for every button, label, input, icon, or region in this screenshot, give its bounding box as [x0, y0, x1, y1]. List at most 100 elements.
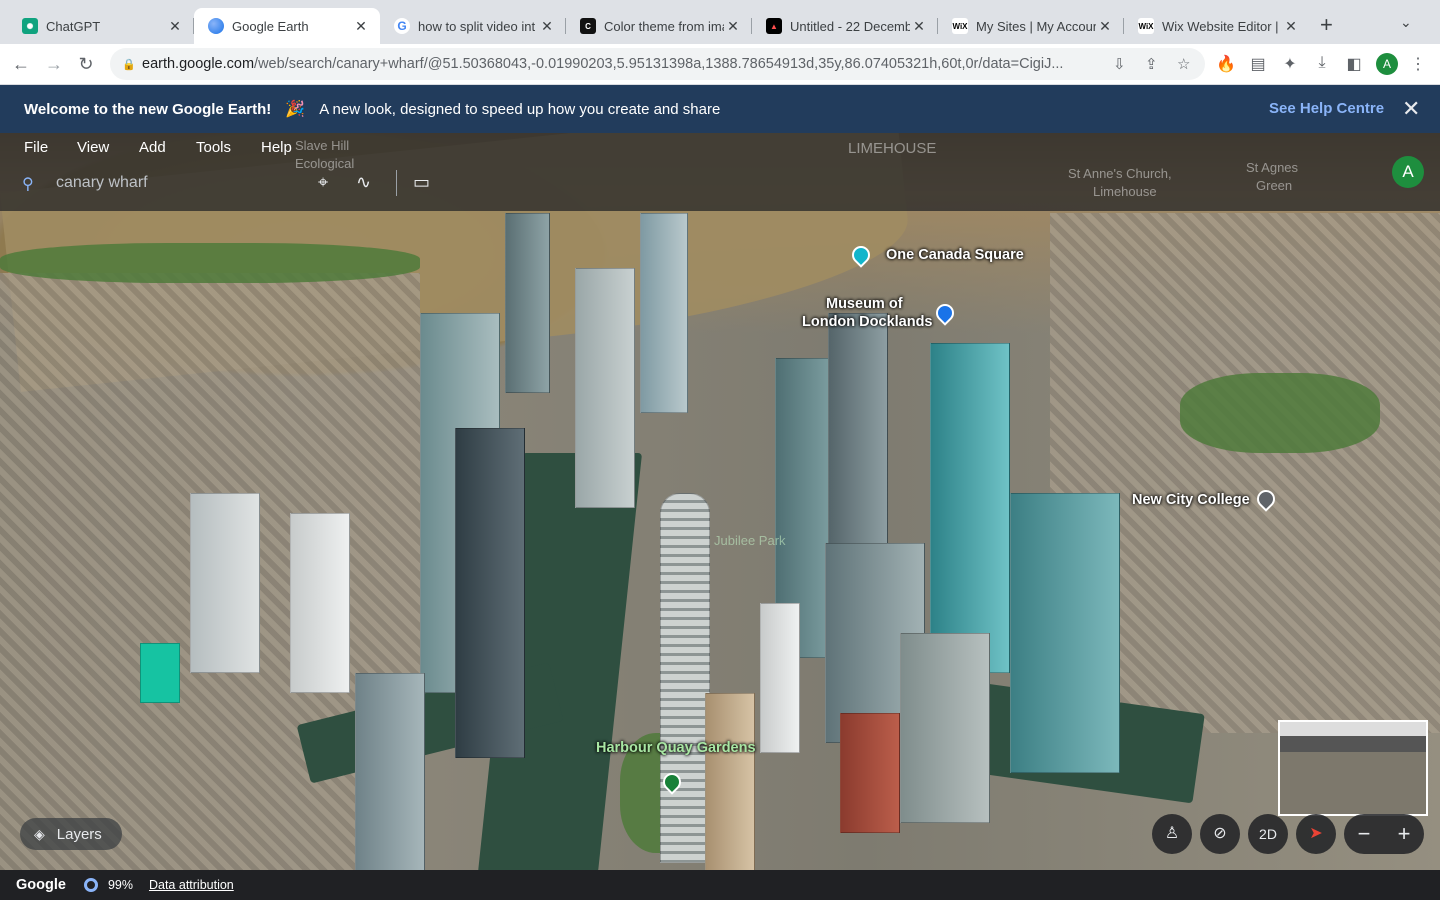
close-tab-icon[interactable]: ✕: [538, 18, 556, 35]
menu-tools[interactable]: Tools: [196, 139, 231, 156]
loading-ring-icon: [83, 878, 98, 892]
tower: [190, 493, 260, 673]
party-icon: 🎉: [285, 101, 306, 118]
search-icon[interactable]: ⚲: [22, 174, 34, 194]
tower: [290, 513, 350, 693]
park: [1180, 373, 1380, 453]
map-label-one-canada-square[interactable]: One Canada Square: [886, 247, 1024, 263]
tower: [355, 673, 425, 870]
tab-title: ChatGPT: [46, 18, 101, 34]
address-bar[interactable]: 🔒 earth.google.com/web/search/canary+wha…: [110, 48, 1205, 80]
search-input[interactable]: canary wharf: [56, 174, 148, 192]
toggle-2d-button[interactable]: 2D: [1248, 814, 1288, 854]
profile-avatar[interactable]: A: [1376, 53, 1398, 75]
tower: [640, 213, 688, 413]
tab-title: Wix Website Editor |: [1162, 18, 1279, 34]
map-label-new-city-college[interactable]: New City College: [1132, 492, 1250, 508]
tab-google-search[interactable]: G how to split video int ✕: [380, 8, 566, 44]
map-label-museum[interactable]: Museum of: [826, 296, 903, 312]
tab-title: My Sites | My Accoun: [976, 18, 1096, 34]
close-tab-icon[interactable]: ✕: [724, 18, 742, 35]
tab-wix-sites[interactable]: WiX My Sites | My Accoun ✕: [938, 8, 1124, 44]
close-tab-icon[interactable]: ✕: [1282, 18, 1300, 35]
tab-wix-editor[interactable]: WiX Wix Website Editor | ✕: [1124, 8, 1310, 44]
toolbar-divider: [396, 170, 397, 196]
close-tab-icon[interactable]: ✕: [166, 18, 184, 35]
data-attribution-link[interactable]: Data attribution: [149, 878, 234, 892]
tab-title: how to split video int: [418, 18, 536, 34]
reload-icon[interactable]: ↻: [74, 52, 98, 76]
tower: [760, 603, 800, 753]
one-canada-square-tower: [828, 313, 888, 573]
extension-fire-icon[interactable]: 🔥: [1216, 54, 1236, 74]
tower: [505, 213, 550, 393]
extension-doc-icon[interactable]: ▤: [1248, 54, 1268, 74]
downloads-icon[interactable]: ⤓: [1312, 54, 1332, 72]
draw-path-icon[interactable]: ∿: [356, 172, 371, 193]
lock-icon: 🔒: [122, 58, 136, 71]
measure-ruler-icon[interactable]: ▭: [413, 172, 430, 193]
close-icon[interactable]: ✕: [1402, 96, 1420, 122]
map-label-ecological: Ecological: [295, 156, 355, 171]
layers-label: Layers: [56, 825, 102, 843]
tab-chatgpt[interactable]: ✺ ChatGPT ✕: [8, 8, 194, 44]
zoom-in-icon[interactable]: +: [1398, 821, 1411, 847]
wix-icon: WiX: [952, 18, 968, 34]
more-menu-icon[interactable]: ⋮: [1408, 54, 1428, 74]
pegman-street-view-icon[interactable]: ♙: [1152, 814, 1192, 854]
adobe-express-icon: ▲: [766, 18, 782, 34]
map-label-green: Green: [1256, 178, 1293, 193]
layers-button[interactable]: ◈ Layers: [20, 818, 122, 850]
close-tab-icon[interactable]: ✕: [910, 18, 928, 35]
status-footer: Google 99% Data attribution: [0, 870, 1440, 900]
bookmark-star-icon[interactable]: ☆: [1177, 55, 1190, 73]
browser-tab-strip: ✺ ChatGPT ✕ Google Earth ✕ G how to spli…: [0, 0, 1440, 44]
tower: [455, 428, 525, 758]
tower-cylinder: [660, 493, 710, 863]
share-icon[interactable]: ⇪: [1145, 55, 1158, 73]
hsbc-tower: [930, 343, 1010, 673]
reset-tilt-icon[interactable]: ⊘: [1200, 814, 1240, 854]
map-label-limehouse-church: Limehouse: [1093, 184, 1157, 199]
menu-help[interactable]: Help: [261, 139, 292, 156]
map-label-harbour-quay-gardens[interactable]: Harbour Quay Gardens: [596, 740, 756, 756]
extensions-puzzle-icon[interactable]: ✦: [1280, 54, 1300, 74]
tower: [1010, 493, 1120, 773]
side-panel-icon[interactable]: ◧: [1344, 54, 1364, 74]
help-centre-link[interactable]: See Help Centre: [1269, 100, 1384, 117]
zoom-out-icon[interactable]: −: [1358, 821, 1371, 847]
welcome-banner: Welcome to the new Google Earth! 🎉 A new…: [0, 85, 1440, 133]
compass-icon[interactable]: ➤: [1296, 814, 1336, 854]
google-earth-icon: [208, 18, 224, 34]
menu-file[interactable]: File: [24, 139, 48, 156]
wix-icon: WiX: [1138, 18, 1154, 34]
map-label-museum-docklands[interactable]: London Docklands: [802, 314, 933, 330]
account-avatar[interactable]: A: [1392, 156, 1424, 188]
tab-title: Google Earth: [232, 18, 309, 34]
add-placemark-icon[interactable]: ⌖: [318, 172, 328, 193]
tab-google-earth[interactable]: Google Earth ✕: [194, 8, 380, 44]
menu-view[interactable]: View: [77, 139, 109, 156]
google-icon: G: [394, 18, 410, 34]
close-tab-icon[interactable]: ✕: [352, 18, 370, 35]
tab-title: Untitled - 22 Decemb: [790, 18, 910, 34]
back-arrow-icon[interactable]: ←: [9, 52, 33, 76]
map-label-slave-hill: Slave Hill: [295, 138, 350, 153]
building-teal-roof: [140, 643, 180, 703]
forward-arrow-icon[interactable]: →: [42, 52, 66, 76]
layers-icon: ◈: [34, 825, 45, 842]
browser-toolbar: ← → ↻ 🔒 earth.google.com/web/search/cana…: [0, 44, 1440, 85]
close-tab-icon[interactable]: ✕: [1096, 18, 1114, 35]
tab-adobe-express[interactable]: ▲ Untitled - 22 Decemb ✕: [752, 8, 938, 44]
load-percentage: 99%: [107, 878, 133, 892]
park: [0, 243, 420, 283]
minimap-thumbnail[interactable]: [1278, 720, 1428, 816]
map-label-st-agnes: St Agnes: [1246, 160, 1299, 175]
install-app-icon[interactable]: ⇩: [1113, 55, 1126, 73]
tower: [840, 713, 900, 833]
tab-search-chevron-icon[interactable]: ⌄: [1400, 14, 1412, 31]
new-tab-button[interactable]: +: [1320, 12, 1333, 38]
tab-color-theme[interactable]: C Color theme from ima ✕: [566, 8, 752, 44]
menu-add[interactable]: Add: [139, 139, 166, 156]
tower: [900, 633, 990, 823]
